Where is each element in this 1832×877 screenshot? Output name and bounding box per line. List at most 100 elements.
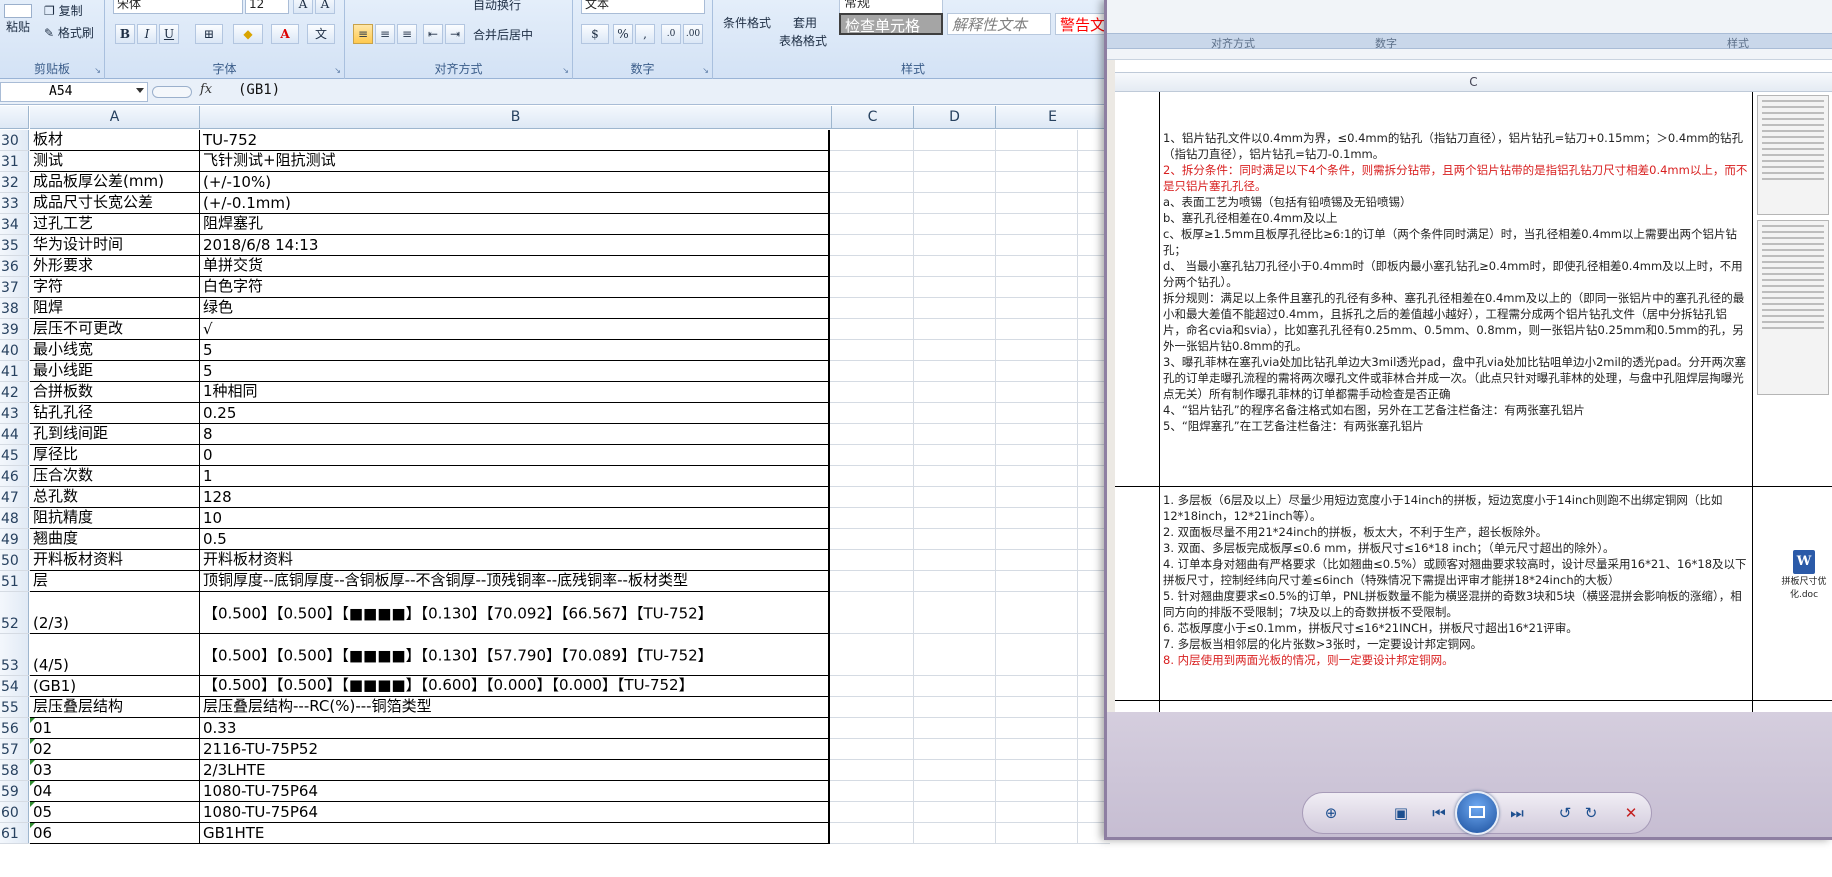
row-header[interactable]: 35: [0, 235, 29, 255]
cell-a[interactable]: 03: [30, 760, 200, 780]
cell-a[interactable]: 华为设计时间: [30, 235, 200, 255]
formula-input[interactable]: (GB1): [238, 82, 280, 98]
select-all-corner[interactable]: [0, 106, 29, 129]
empty-cell[interactable]: [996, 550, 1078, 570]
font-launcher-icon[interactable]: ↘: [334, 66, 341, 75]
empty-cell[interactable]: [914, 760, 996, 780]
empty-cell[interactable]: [996, 592, 1078, 633]
row-header[interactable]: 33: [0, 193, 29, 213]
empty-cell[interactable]: [914, 487, 996, 507]
clipboard-launcher-icon[interactable]: ↘: [94, 66, 101, 75]
empty-cell[interactable]: [832, 193, 914, 213]
cell-b[interactable]: 单拼交货: [200, 256, 830, 276]
column-header-b[interactable]: B: [200, 106, 832, 129]
empty-cell[interactable]: [914, 823, 996, 843]
style-check-cell[interactable]: 检查单元格: [839, 13, 943, 35]
cell-b[interactable]: 层压叠层结构---RC(%)---铜箔类型: [200, 697, 830, 717]
empty-cell[interactable]: [914, 361, 996, 381]
empty-cell[interactable]: [914, 214, 996, 234]
empty-cell[interactable]: [914, 424, 996, 444]
empty-cell[interactable]: [914, 550, 996, 570]
grow-font-button[interactable]: A: [293, 0, 313, 14]
empty-cell[interactable]: [996, 571, 1078, 591]
worksheet-grid[interactable]: A B C D E 30 板材 TU-752 31 测试 飞针测试+阻抗测试 32 成品板厚公…: [0, 106, 1110, 877]
cell-a[interactable]: 阻焊: [30, 298, 200, 318]
row-header[interactable]: 50: [0, 550, 29, 570]
cell-b[interactable]: 8: [200, 424, 830, 444]
cell-a[interactable]: 层: [30, 571, 200, 591]
empty-cell[interactable]: [832, 823, 914, 843]
empty-cell[interactable]: [914, 193, 996, 213]
cell-a[interactable]: 压合次数: [30, 466, 200, 486]
row-header[interactable]: 53: [0, 634, 29, 675]
empty-cell[interactable]: [832, 676, 914, 696]
cell-b[interactable]: 0.33: [200, 718, 830, 738]
cell-a[interactable]: 开料板材资料: [30, 550, 200, 570]
empty-cell[interactable]: [996, 445, 1078, 465]
cell-a[interactable]: 04: [30, 781, 200, 801]
row-header[interactable]: 57: [0, 739, 29, 759]
align-center-button[interactable]: ≡: [375, 24, 395, 44]
row-header[interactable]: 54: [0, 676, 29, 696]
empty-cell[interactable]: [996, 403, 1078, 423]
cell-b[interactable]: 飞针测试+阻抗测试: [200, 151, 830, 171]
zoom-icon[interactable]: ⊕: [1321, 803, 1341, 823]
paste-button[interactable]: 粘贴: [6, 18, 30, 35]
phonetic-button[interactable]: 文: [307, 24, 335, 44]
paste-icon[interactable]: [4, 4, 32, 18]
empty-cell[interactable]: [832, 445, 914, 465]
cell-a[interactable]: 02: [30, 739, 200, 759]
row-header[interactable]: 39: [0, 319, 29, 339]
empty-cell[interactable]: [832, 697, 914, 717]
row-header[interactable]: 34: [0, 214, 29, 234]
empty-cell[interactable]: [832, 634, 914, 675]
merge-center-button[interactable]: 合并后居中: [473, 26, 533, 43]
empty-cell[interactable]: [832, 151, 914, 171]
empty-cell[interactable]: [996, 256, 1078, 276]
empty-cell[interactable]: [996, 760, 1078, 780]
cell-a[interactable]: 孔到线间距: [30, 424, 200, 444]
empty-cell[interactable]: [996, 781, 1078, 801]
cell-b[interactable]: 10: [200, 508, 830, 528]
cell-b[interactable]: 0: [200, 445, 830, 465]
empty-cell[interactable]: [914, 508, 996, 528]
empty-cell[interactable]: [996, 277, 1078, 297]
empty-cell[interactable]: [832, 277, 914, 297]
row-header[interactable]: 52: [0, 592, 29, 633]
empty-cell[interactable]: [914, 529, 996, 549]
actual-size-icon[interactable]: ▣: [1391, 803, 1411, 823]
empty-cell[interactable]: [914, 298, 996, 318]
underline-button[interactable]: U: [159, 24, 179, 44]
align-right-button[interactable]: ≡: [397, 24, 417, 44]
style-normal[interactable]: 常规: [839, 0, 943, 14]
cell-a[interactable]: 01: [30, 718, 200, 738]
insert-function-button[interactable]: fx: [200, 82, 212, 97]
error-indicator-icon[interactable]: [30, 802, 35, 807]
cell-b[interactable]: 1: [200, 466, 830, 486]
cell-b[interactable]: (+/-0.1mm): [200, 193, 830, 213]
cell-a[interactable]: 厚径比: [30, 445, 200, 465]
empty-cell[interactable]: [914, 382, 996, 402]
empty-cell[interactable]: [832, 172, 914, 192]
cell-b[interactable]: 5: [200, 340, 830, 360]
row-header[interactable]: 41: [0, 361, 29, 381]
cell-b[interactable]: TU-752: [200, 130, 830, 150]
empty-cell[interactable]: [996, 319, 1078, 339]
cell-a[interactable]: 05: [30, 802, 200, 822]
rotate-right-icon[interactable]: ↻: [1581, 803, 1601, 823]
cell-b[interactable]: √: [200, 319, 830, 339]
empty-cell[interactable]: [996, 802, 1078, 822]
row-header[interactable]: 43: [0, 403, 29, 423]
empty-cell[interactable]: [996, 340, 1078, 360]
cell-a[interactable]: 翘曲度: [30, 529, 200, 549]
increase-indent-button[interactable]: ⇥: [445, 24, 465, 44]
empty-cell[interactable]: [996, 361, 1078, 381]
empty-cell[interactable]: [914, 130, 996, 150]
row-header[interactable]: 59: [0, 781, 29, 801]
previous-icon[interactable]: ⏮: [1429, 803, 1449, 823]
bold-button[interactable]: B: [115, 24, 135, 44]
empty-cell[interactable]: [832, 529, 914, 549]
empty-cell[interactable]: [832, 403, 914, 423]
empty-cell[interactable]: [832, 571, 914, 591]
cell-b[interactable]: 2116-TU-75P52: [200, 739, 830, 759]
